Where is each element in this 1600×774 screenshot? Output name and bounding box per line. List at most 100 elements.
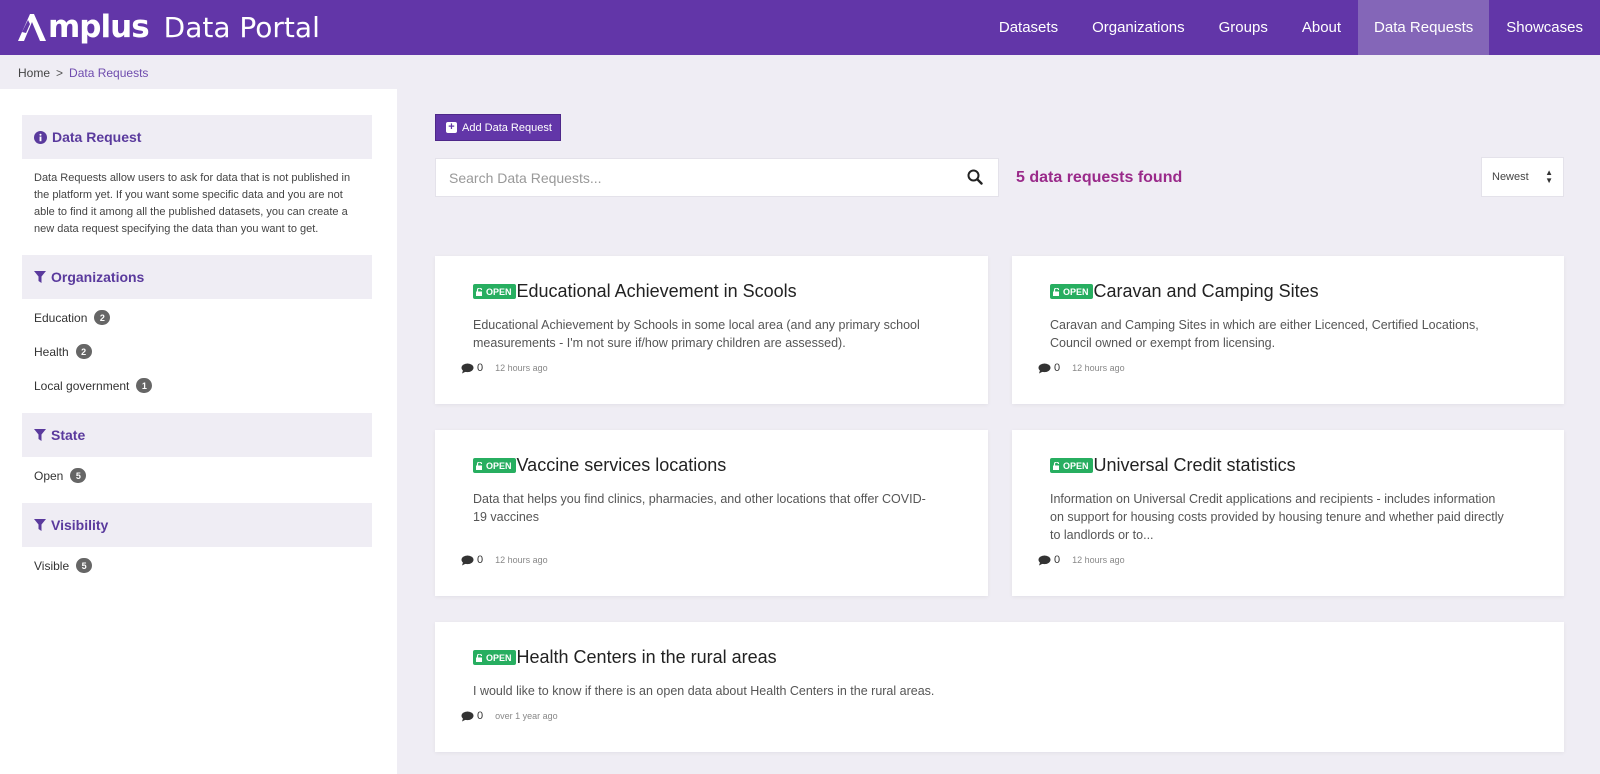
comment-icon <box>1038 363 1051 373</box>
request-description-line: Data that helps you find clinics, pharma… <box>473 492 926 506</box>
request-description: Caravan and Camping Sites in which are e… <box>1050 316 1479 352</box>
data-request-info-heading: Data Request <box>22 115 372 159</box>
request-time: 12 hours ago <box>1072 555 1125 565</box>
status-badge: OPEN <box>1050 284 1093 299</box>
nav-data-requests[interactable]: Data Requests <box>1358 0 1490 55</box>
request-meta: 0 12 hours ago <box>461 554 548 566</box>
organizations-facet-heading: Organizations <box>22 255 372 299</box>
state-facet-heading: State <box>22 413 372 457</box>
state-heading-text: State <box>51 427 86 443</box>
request-time: over 1 year ago <box>495 711 558 721</box>
status-badge-label: OPEN <box>486 286 512 297</box>
request-description-line: Caravan and Camping Sites in which are e… <box>1050 318 1479 332</box>
nav-showcases[interactable]: Showcases <box>1489 0 1600 55</box>
status-badge: OPEN <box>473 650 516 665</box>
status-badge-label: OPEN <box>1063 460 1089 471</box>
unlock-icon <box>1053 461 1060 470</box>
facet-label: Local government <box>34 378 130 393</box>
request-card: OPEN Vaccine services locations Data tha… <box>435 430 988 596</box>
facet-label: Open <box>34 468 64 483</box>
request-title-link[interactable]: Educational Achievement in Scools <box>517 281 797 302</box>
facet-count-badge: 2 <box>75 344 92 359</box>
sidebar: Data Request Data Requests allow users t… <box>0 89 397 774</box>
breadcrumb-separator: > <box>56 66 64 80</box>
facet-count-badge: 1 <box>136 378 153 393</box>
brand[interactable]: mplus Data Portal <box>17 7 320 47</box>
request-title-row: OPEN Universal Credit statistics <box>1050 455 1296 476</box>
facet-count-badge: 5 <box>70 468 87 483</box>
request-title-link[interactable]: Health Centers in the rural areas <box>517 647 777 668</box>
request-card: OPEN Universal Credit statistics Informa… <box>1012 430 1564 596</box>
unlock-icon <box>476 653 483 662</box>
visibility-heading-text: Visibility <box>51 517 109 533</box>
status-badge-label: OPEN <box>486 460 512 471</box>
facet-item-visible[interactable]: Visible 5 <box>34 558 93 573</box>
visibility-facet-heading: Visibility <box>22 503 372 547</box>
amplus-logo[interactable]: mplus <box>17 9 150 45</box>
results-count: 5 data requests found <box>1016 169 1183 186</box>
request-time: 12 hours ago <box>1072 363 1125 373</box>
request-title-link[interactable]: Caravan and Camping Sites <box>1094 281 1319 302</box>
top-navbar: mplus Data Portal Datasets Organizations… <box>0 0 1600 55</box>
comment-count: 0 <box>477 362 484 374</box>
status-badge-label: OPEN <box>486 652 512 663</box>
comment-icon <box>461 363 474 373</box>
request-title-row: OPEN Health Centers in the rural areas <box>473 647 777 668</box>
search-input[interactable] <box>436 159 936 196</box>
request-meta: 0 12 hours ago <box>461 362 548 374</box>
request-description-line: I would like to know if there is an open… <box>473 684 935 698</box>
main-nav: Datasets Organizations Groups About Data… <box>982 0 1600 55</box>
request-card: OPEN Educational Achievement in Scools E… <box>435 256 988 404</box>
comment-icon <box>461 555 474 565</box>
filter-icon <box>34 271 46 283</box>
request-meta: 0 over 1 year ago <box>461 710 558 722</box>
search-box <box>435 158 999 197</box>
facet-item-health[interactable]: Health 2 <box>34 344 92 359</box>
amplus-a-logo-icon <box>18 14 46 41</box>
request-title-link[interactable]: Universal Credit statistics <box>1094 455 1296 476</box>
request-time: 12 hours ago <box>495 555 548 565</box>
facet-label: Education <box>34 310 88 325</box>
breadcrumb-current[interactable]: Data Requests <box>69 66 148 80</box>
add-data-request-label: Add Data Request <box>462 121 552 134</box>
sort-arrows-icon: ▲ ▼ <box>1545 168 1553 185</box>
request-description-line: to landlords or to... <box>1050 528 1154 542</box>
facet-item-education[interactable]: Education 2 <box>34 310 111 325</box>
add-data-request-button[interactable]: + Add Data Request <box>435 114 561 141</box>
plus-square-icon: + <box>446 122 457 133</box>
sort-value: Newest <box>1492 171 1529 183</box>
request-card: OPEN Health Centers in the rural areas I… <box>435 622 1564 752</box>
organizations-heading-text: Organizations <box>51 269 145 285</box>
search-icon[interactable] <box>967 169 983 190</box>
facet-item-open[interactable]: Open 5 <box>34 468 87 483</box>
breadcrumb-home[interactable]: Home <box>18 66 50 80</box>
request-description: I would like to know if there is an open… <box>473 682 934 700</box>
unlock-icon <box>476 461 483 470</box>
unlock-icon <box>476 287 483 296</box>
request-title-row: OPEN Vaccine services locations <box>473 455 726 476</box>
status-badge: OPEN <box>1050 458 1093 473</box>
data-request-heading-text: Data Request <box>52 129 142 145</box>
logo-text: mplus <box>48 9 150 45</box>
request-meta: 0 12 hours ago <box>1038 362 1125 374</box>
nav-organizations[interactable]: Organizations <box>1075 0 1202 55</box>
request-description-line: on support for housing costs provided by… <box>1050 510 1504 524</box>
nav-about[interactable]: About <box>1285 0 1358 55</box>
request-description-line: measurements - I'm not sure if/how prima… <box>473 336 846 350</box>
facet-item-local-government[interactable]: Local government 1 <box>34 378 153 393</box>
comment-icon <box>1038 555 1051 565</box>
request-title-link[interactable]: Vaccine services locations <box>517 455 727 476</box>
status-badge-label: OPEN <box>1063 286 1089 297</box>
portal-label: Data Portal <box>163 10 320 44</box>
sort-select[interactable]: Newest ▲ ▼ <box>1481 157 1564 197</box>
comment-count: 0 <box>477 554 484 566</box>
nav-datasets[interactable]: Datasets <box>982 0 1075 55</box>
request-description: Educational Achievement by Schools in so… <box>473 316 920 352</box>
filter-icon <box>34 429 46 441</box>
status-badge: OPEN <box>473 284 516 299</box>
nav-groups[interactable]: Groups <box>1202 0 1285 55</box>
breadcrumb: Home > Data Requests <box>18 66 148 80</box>
request-description: Data that helps you find clinics, pharma… <box>473 490 926 526</box>
comment-count: 0 <box>1054 554 1061 566</box>
request-description: Information on Universal Credit applicat… <box>1050 490 1504 544</box>
